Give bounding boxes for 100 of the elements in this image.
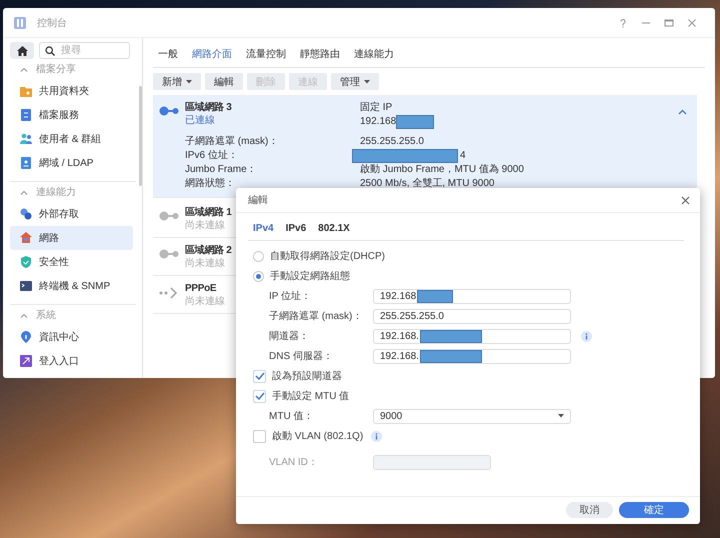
tab[interactable]: 一般 <box>158 47 178 61</box>
field-label: 閘道器： <box>269 330 310 343</box>
search-icon <box>45 46 55 56</box>
detail-label: 子網路遮罩 (mask)： <box>185 135 280 149</box>
interface-name: 區域網路 2 <box>185 244 232 257</box>
folder-icon <box>19 84 33 98</box>
chevron-up-icon <box>20 190 28 194</box>
tab[interactable]: 802.1X <box>318 223 350 234</box>
radio-button[interactable] <box>253 270 264 282</box>
detail-value: 255.255.255.0 <box>360 135 424 149</box>
checkmark-icon <box>254 372 264 380</box>
checkbox[interactable] <box>253 370 266 382</box>
id-card-icon <box>19 156 33 170</box>
detail-label: Jumbo Frame： <box>185 163 258 177</box>
detail-label: 網路狀態： <box>185 177 236 191</box>
input-field[interactable]: 192.168. <box>373 348 571 364</box>
close-button[interactable] <box>679 194 692 206</box>
input-field[interactable]: 255.255.255.0 <box>373 308 571 324</box>
chevron-up-icon <box>20 66 28 72</box>
sidebar-item[interactable]: 網域 / LDAP <box>10 151 133 175</box>
ip-address: 192.168 <box>360 115 396 129</box>
field-label: VLAN ID： <box>269 456 319 469</box>
cancel-button[interactable]: 取消 <box>566 502 613 518</box>
checkbox-label: 手動設定 MTU 值 <box>272 390 350 403</box>
input-field[interactable]: 192.168 <box>373 288 571 304</box>
detail-value: 啟動 Jumbo Frame，MTU 值為 9000 <box>360 163 524 177</box>
dropdown[interactable]: 9000 <box>373 408 571 424</box>
field-value: 9000 <box>380 410 402 422</box>
chevron-up-icon <box>678 109 687 115</box>
app-icon <box>13 16 27 30</box>
toolbar-button[interactable]: 新增 <box>153 73 201 90</box>
sidebar-item[interactable]: 外部存取 <box>10 202 133 226</box>
field-label: MTU 值： <box>269 410 314 423</box>
tab[interactable]: 靜態路由 <box>300 47 340 61</box>
connector-icon <box>159 211 179 221</box>
detail-label: IPv6 位址： <box>185 149 239 163</box>
scrollbar[interactable] <box>139 86 142 186</box>
checkbox[interactable] <box>253 430 266 442</box>
sidebar-item[interactable]: 安全性 <box>10 250 133 274</box>
field-value: 192.168. <box>380 330 419 342</box>
section-title: 檔案分享 <box>36 62 76 76</box>
chevron-up-icon <box>20 312 28 318</box>
sidebar-item[interactable]: 網路 <box>10 226 133 250</box>
checkbox-label: 啟動 VLAN (802.1Q) <box>272 430 364 443</box>
dots-arrow-icon <box>159 287 179 299</box>
interface-name: 區域網路 1 <box>185 206 232 219</box>
checkbox[interactable] <box>253 390 266 402</box>
tab[interactable]: IPv4 <box>253 223 274 234</box>
checkmark-icon <box>254 392 264 400</box>
detail-value: 4 <box>460 149 466 163</box>
sidebar-item[interactable]: 資訊中心 <box>10 325 133 349</box>
search-field[interactable]: 搜尋 <box>39 42 130 59</box>
field-value: 192.168. <box>380 350 419 362</box>
sidebar-item[interactable]: 登入入口 <box>10 349 133 373</box>
connection-status: 尚未連線 <box>185 295 225 309</box>
radio-label: 自動取得網路設定(DHCP) <box>270 250 385 263</box>
radio-label: 手動設定網路組態 <box>270 270 350 283</box>
field-value: 255.255.255.0 <box>380 310 444 322</box>
window-title: 控制台 <box>37 16 67 30</box>
connector-icon <box>159 106 179 116</box>
tab[interactable]: IPv6 <box>286 223 306 234</box>
home-button[interactable] <box>10 42 34 59</box>
section-title: 系統 <box>36 308 56 322</box>
home-icon <box>16 46 28 56</box>
field-label: 子網路遮罩 (mask)： <box>269 310 364 323</box>
connector-icon <box>159 249 179 259</box>
terminal-icon <box>19 279 33 293</box>
section-title: 連線能力 <box>36 186 76 199</box>
sidebar-item[interactable]: 檔案服務 <box>10 103 133 127</box>
interface-name: 區域網路 3 <box>185 101 232 114</box>
toolbar-button[interactable]: 管理 <box>331 73 379 90</box>
house-icon <box>19 231 33 245</box>
connection-status: 尚未連線 <box>185 219 225 233</box>
tab[interactable]: 連線能力 <box>354 47 394 61</box>
maximize-icon <box>664 18 674 28</box>
field-label: IP 位址： <box>269 290 312 303</box>
tab[interactable]: 流量控制 <box>246 47 286 61</box>
caret-icon <box>558 414 564 418</box>
checkbox-label: 設為預設閘道器 <box>272 370 342 383</box>
close-icon <box>687 18 697 28</box>
users-icon <box>19 132 33 146</box>
portal-icon <box>19 354 33 368</box>
sidebar-item[interactable]: 終端機 & SNMP <box>10 274 133 298</box>
radio-button[interactable] <box>253 250 264 262</box>
confirm-button[interactable]: 確定 <box>619 502 689 518</box>
document-icon <box>19 108 33 122</box>
tab[interactable]: 網路介面 <box>192 47 232 61</box>
connection-status: 已連線 <box>185 114 215 128</box>
field-value: 192.168 <box>380 290 416 302</box>
input-field[interactable]: 192.168. <box>373 328 571 344</box>
caret-icon <box>364 80 370 84</box>
sidebar-item[interactable]: 共用資料夾 <box>10 79 133 103</box>
toolbar-button[interactable]: 編輯 <box>205 73 243 90</box>
sidebar-item[interactable]: 使用者 & 群組 <box>10 127 133 151</box>
redaction-block <box>396 115 434 129</box>
field-label: DNS 伺服器： <box>269 350 334 363</box>
info-icon <box>19 330 33 344</box>
caret-icon <box>186 80 192 84</box>
shield-icon <box>19 255 33 269</box>
close-icon <box>681 196 690 204</box>
